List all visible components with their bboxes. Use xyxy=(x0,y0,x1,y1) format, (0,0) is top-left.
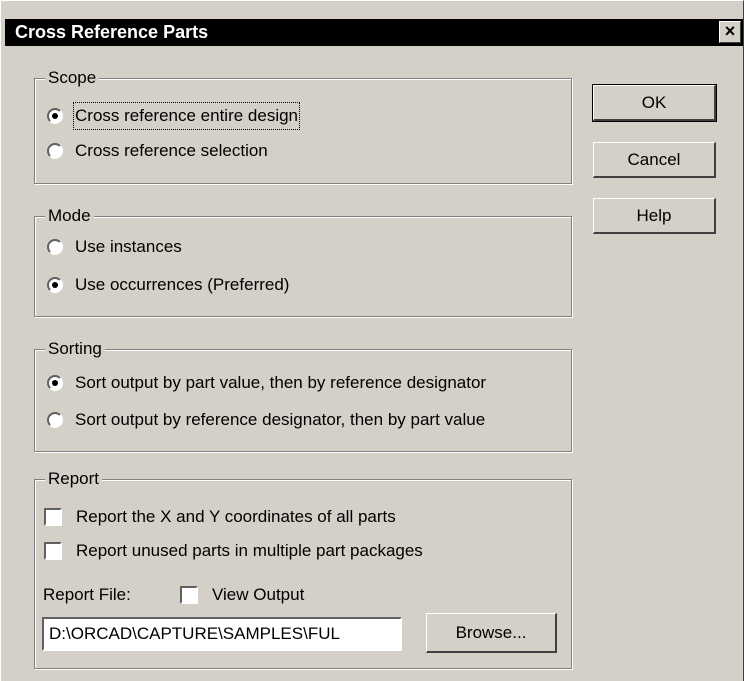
title-bar[interactable]: Cross Reference Parts × xyxy=(5,19,743,46)
cancel-button-label: Cancel xyxy=(627,150,681,169)
sorting-legend: Sorting xyxy=(45,338,105,360)
radio-selected-icon[interactable] xyxy=(47,108,63,124)
help-button[interactable]: Help xyxy=(593,198,716,234)
mode-legend: Mode xyxy=(45,205,94,227)
scope-group: Scope Cross reference entire design Cros… xyxy=(34,67,572,184)
radio-selected-icon[interactable] xyxy=(47,277,63,293)
browse-button-label: Browse... xyxy=(455,623,527,642)
checkbox-unchecked-icon[interactable] xyxy=(180,586,198,604)
sort-by-designator-label: Sort output by reference designator, the… xyxy=(75,410,486,429)
view-output-label: View Output xyxy=(212,585,305,604)
report-coordinates-label: Report the X and Y coordinates of all pa… xyxy=(76,507,396,526)
radio-unselected-icon[interactable] xyxy=(47,412,63,428)
sorting-group: Sorting Sort output by part value, then … xyxy=(34,338,572,452)
cross-reference-parts-dialog: Cross Reference Parts × Scope Cross refe… xyxy=(0,0,744,681)
help-button-label: Help xyxy=(636,206,672,225)
radio-unselected-icon[interactable] xyxy=(47,239,63,255)
browse-button[interactable]: Browse... xyxy=(426,613,557,653)
cancel-button[interactable]: Cancel xyxy=(593,142,716,178)
report-file-label: Report File: xyxy=(43,583,131,607)
mode-occurrences-label: Use occurrences (Preferred) xyxy=(75,275,290,294)
mode-instances-label: Use instances xyxy=(75,237,182,256)
ok-button[interactable]: OK xyxy=(592,84,717,122)
report-file-input[interactable] xyxy=(42,617,402,651)
checkbox-unchecked-icon[interactable] xyxy=(44,542,62,560)
checkbox-unchecked-icon[interactable] xyxy=(44,508,62,526)
ok-button-label: OK xyxy=(641,93,667,112)
radio-unselected-icon[interactable] xyxy=(47,143,63,159)
close-icon: × xyxy=(724,21,736,41)
report-legend: Report xyxy=(45,468,103,490)
mode-group: Mode Use instances Use occurrences (Pref… xyxy=(34,205,572,317)
report-file-label-text: Report File: xyxy=(43,585,131,604)
sort-by-part-value-label: Sort output by part value, then by refer… xyxy=(75,373,487,392)
scope-entire-design-label: Cross reference entire design xyxy=(72,102,301,130)
dialog-title: Cross Reference Parts xyxy=(15,22,209,42)
radio-selected-icon[interactable] xyxy=(47,375,63,391)
scope-selection-label: Cross reference selection xyxy=(75,141,268,160)
report-unused-parts-label: Report unused parts in multiple part pac… xyxy=(76,541,423,560)
scope-legend: Scope xyxy=(45,67,100,89)
close-button[interactable]: × xyxy=(719,21,741,43)
